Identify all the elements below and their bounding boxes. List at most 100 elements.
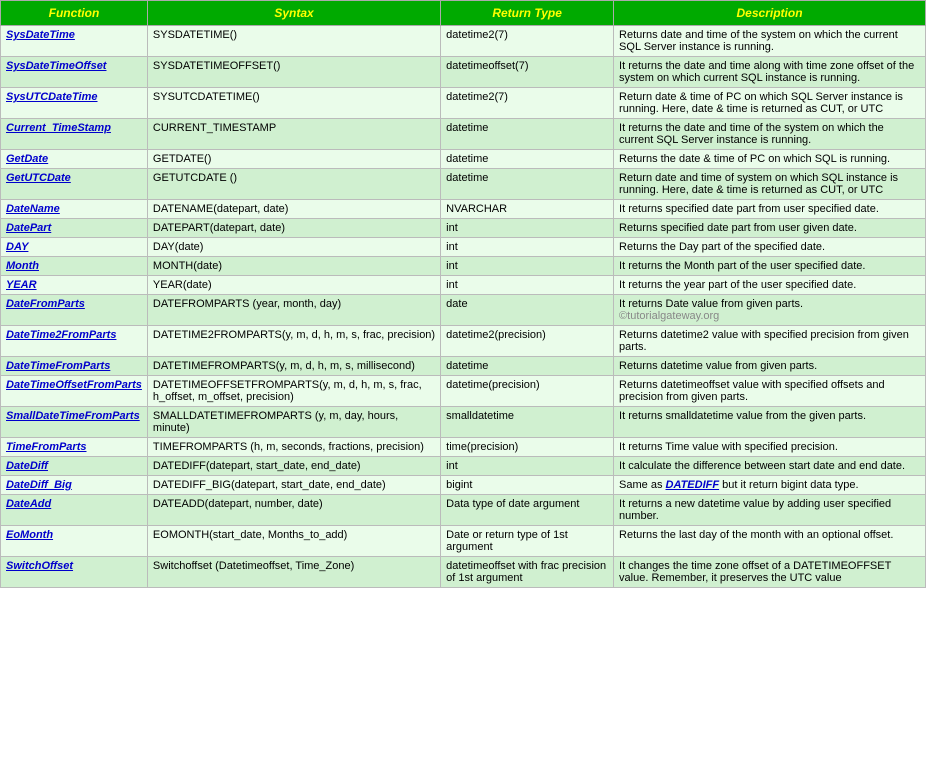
- table-row: Current_TimeStampCURRENT_TIMESTAMPdateti…: [1, 119, 926, 150]
- description-cell: Returns the date & time of PC on which S…: [614, 150, 926, 169]
- syntax-cell: DATETIMEOFFSETFROMPARTS(y, m, d, h, m, s…: [147, 376, 440, 407]
- header-description: Description: [614, 1, 926, 26]
- description-cell: Same as DATEDIFF but it return bigint da…: [614, 476, 926, 495]
- description-cell: Returns datetime value from given parts.: [614, 357, 926, 376]
- syntax-cell: GETDATE(): [147, 150, 440, 169]
- function-cell[interactable]: GetDate: [1, 150, 148, 169]
- description-cell: Return date & time of PC on which SQL Se…: [614, 88, 926, 119]
- description-cell: Returns datetimeoffset value with specif…: [614, 376, 926, 407]
- returntype-cell: datetime2(7): [441, 88, 614, 119]
- syntax-cell: SYSUTCDATETIME(): [147, 88, 440, 119]
- returntype-cell: int: [441, 257, 614, 276]
- description-cell: It returns smalldatetime value from the …: [614, 407, 926, 438]
- syntax-cell: Switchoffset (Datetimeoffset, Time_Zone): [147, 557, 440, 588]
- table-row: DateTimeOffsetFromPartsDATETIMEOFFSETFRO…: [1, 376, 926, 407]
- description-cell: It returns the date and time of the syst…: [614, 119, 926, 150]
- table-row: EoMonthEOMONTH(start_date, Months_to_add…: [1, 526, 926, 557]
- syntax-cell: DATENAME(datepart, date): [147, 200, 440, 219]
- function-cell[interactable]: GetUTCDate: [1, 169, 148, 200]
- function-cell[interactable]: Month: [1, 257, 148, 276]
- header-syntax: Syntax: [147, 1, 440, 26]
- function-cell[interactable]: YEAR: [1, 276, 148, 295]
- function-cell[interactable]: DAY: [1, 238, 148, 257]
- returntype-cell: date: [441, 295, 614, 326]
- syntax-cell: EOMONTH(start_date, Months_to_add): [147, 526, 440, 557]
- returntype-cell: int: [441, 219, 614, 238]
- syntax-cell: DATETIME2FROMPARTS(y, m, d, h, m, s, fra…: [147, 326, 440, 357]
- table-row: SwitchOffsetSwitchoffset (Datetimeoffset…: [1, 557, 926, 588]
- syntax-cell: DATEFROMPARTS (year, month, day): [147, 295, 440, 326]
- table-row: SysDateTimeOffsetSYSDATETIMEOFFSET()date…: [1, 57, 926, 88]
- functions-table: Function Syntax Return Type Description …: [0, 0, 926, 588]
- description-cell: Returns specified date part from user gi…: [614, 219, 926, 238]
- description-cell: It calculate the difference between star…: [614, 457, 926, 476]
- function-cell[interactable]: DateTimeFromParts: [1, 357, 148, 376]
- header-function: Function: [1, 1, 148, 26]
- function-cell[interactable]: DateDiff_Big: [1, 476, 148, 495]
- returntype-cell: datetimeoffset(7): [441, 57, 614, 88]
- function-cell[interactable]: DatePart: [1, 219, 148, 238]
- description-cell: It returns specified date part from user…: [614, 200, 926, 219]
- returntype-cell: Data type of date argument: [441, 495, 614, 526]
- function-cell[interactable]: DateDiff: [1, 457, 148, 476]
- function-cell[interactable]: DateTimeOffsetFromParts: [1, 376, 148, 407]
- description-cell: Returns the Day part of the specified da…: [614, 238, 926, 257]
- description-cell: Return date and time of system on which …: [614, 169, 926, 200]
- table-row: GetUTCDateGETUTCDATE ()datetimeReturn da…: [1, 169, 926, 200]
- syntax-cell: DATEADD(datepart, number, date): [147, 495, 440, 526]
- table-row: SysDateTimeSYSDATETIME()datetime2(7)Retu…: [1, 26, 926, 57]
- function-cell[interactable]: SmallDateTimeFromParts: [1, 407, 148, 438]
- function-cell[interactable]: DateName: [1, 200, 148, 219]
- table-row: DateNameDATENAME(datepart, date)NVARCHAR…: [1, 200, 926, 219]
- description-cell: It changes the time zone offset of a DAT…: [614, 557, 926, 588]
- table-row: DateTimeFromPartsDATETIMEFROMPARTS(y, m,…: [1, 357, 926, 376]
- description-cell: It returns the Month part of the user sp…: [614, 257, 926, 276]
- function-cell[interactable]: SysDateTimeOffset: [1, 57, 148, 88]
- description-cell: It returns the date and time along with …: [614, 57, 926, 88]
- table-row: DateFromPartsDATEFROMPARTS (year, month,…: [1, 295, 926, 326]
- description-cell: Returns date and time of the system on w…: [614, 26, 926, 57]
- returntype-cell: smalldatetime: [441, 407, 614, 438]
- table-row: GetDateGETDATE()datetimeReturns the date…: [1, 150, 926, 169]
- returntype-cell: time(precision): [441, 438, 614, 457]
- table-row: DateTime2FromPartsDATETIME2FROMPARTS(y, …: [1, 326, 926, 357]
- function-cell[interactable]: EoMonth: [1, 526, 148, 557]
- function-cell[interactable]: Current_TimeStamp: [1, 119, 148, 150]
- function-cell[interactable]: DateFromParts: [1, 295, 148, 326]
- syntax-cell: GETUTCDATE (): [147, 169, 440, 200]
- returntype-cell: datetimeoffset with frac precision of 1s…: [441, 557, 614, 588]
- returntype-cell: int: [441, 457, 614, 476]
- returntype-cell: datetime: [441, 169, 614, 200]
- returntype-cell: int: [441, 276, 614, 295]
- function-cell[interactable]: DateTime2FromParts: [1, 326, 148, 357]
- returntype-cell: datetime: [441, 150, 614, 169]
- table-row: DAYDAY(date)intReturns the Day part of t…: [1, 238, 926, 257]
- description-cell: Returns datetime2 value with specified p…: [614, 326, 926, 357]
- syntax-cell: TIMEFROMPARTS (h, m, seconds, fractions,…: [147, 438, 440, 457]
- function-cell[interactable]: SysDateTime: [1, 26, 148, 57]
- table-row: SysUTCDateTimeSYSUTCDATETIME()datetime2(…: [1, 88, 926, 119]
- description-cell: It returns Date value from given parts.©…: [614, 295, 926, 326]
- function-cell[interactable]: SysUTCDateTime: [1, 88, 148, 119]
- syntax-cell: DATEPART(datepart, date): [147, 219, 440, 238]
- returntype-cell: bigint: [441, 476, 614, 495]
- returntype-cell: datetime(precision): [441, 376, 614, 407]
- syntax-cell: DATETIMEFROMPARTS(y, m, d, h, m, s, mill…: [147, 357, 440, 376]
- table-row: YEARYEAR(date)intIt returns the year par…: [1, 276, 926, 295]
- syntax-cell: MONTH(date): [147, 257, 440, 276]
- description-cell: It returns the year part of the user spe…: [614, 276, 926, 295]
- returntype-cell: datetime2(7): [441, 26, 614, 57]
- description-cell: It returns a new datetime value by addin…: [614, 495, 926, 526]
- function-cell[interactable]: TimeFromParts: [1, 438, 148, 457]
- syntax-cell: CURRENT_TIMESTAMP: [147, 119, 440, 150]
- returntype-cell: int: [441, 238, 614, 257]
- function-cell[interactable]: SwitchOffset: [1, 557, 148, 588]
- syntax-cell: SYSDATETIMEOFFSET(): [147, 57, 440, 88]
- returntype-cell: datetime2(precision): [441, 326, 614, 357]
- header-returntype: Return Type: [441, 1, 614, 26]
- returntype-cell: NVARCHAR: [441, 200, 614, 219]
- syntax-cell: DATEDIFF(datepart, start_date, end_date): [147, 457, 440, 476]
- syntax-cell: DATEDIFF_BIG(datepart, start_date, end_d…: [147, 476, 440, 495]
- table-row: MonthMONTH(date)intIt returns the Month …: [1, 257, 926, 276]
- function-cell[interactable]: DateAdd: [1, 495, 148, 526]
